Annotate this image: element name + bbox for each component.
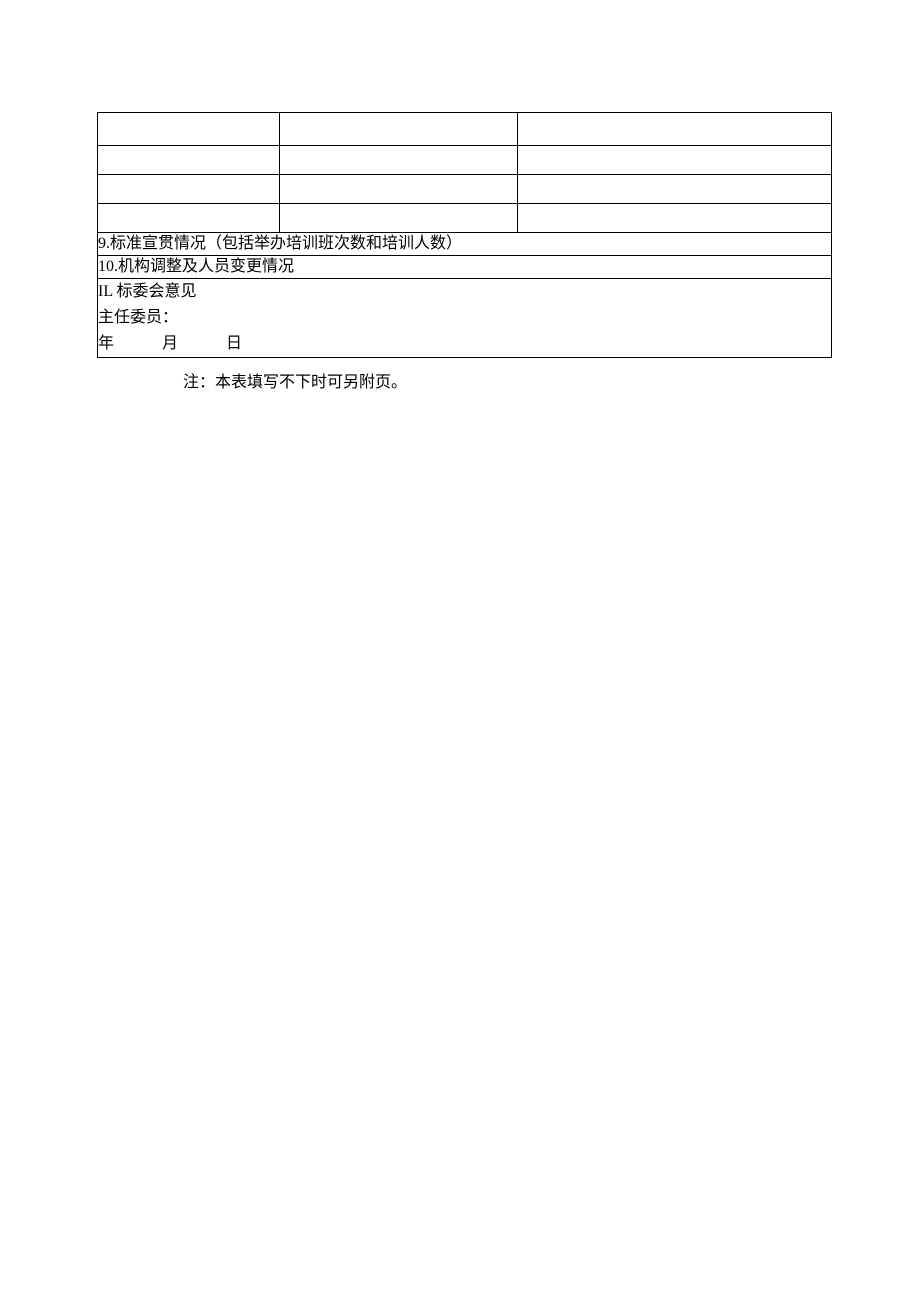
table-cell (98, 146, 280, 175)
table-cell (98, 113, 280, 146)
date-day: 日 (226, 331, 242, 357)
table-row: 10.机构调整及人员变更情况 (98, 256, 832, 279)
date-year: 年 (98, 331, 114, 357)
section-9-text: 9.标准宣贯情况（包括举办培训班次数和培训人数） (98, 235, 462, 252)
table-row (98, 175, 832, 204)
section-10: 10.机构调整及人员变更情况 (98, 256, 832, 279)
table-cell (98, 204, 280, 233)
table-cell (280, 175, 518, 204)
section-11-title: IL 标委会意见 (98, 279, 831, 305)
table-row (98, 204, 832, 233)
table-cell (98, 175, 280, 204)
table-cell (518, 146, 832, 175)
table-row (98, 146, 832, 175)
table-cell (280, 146, 518, 175)
table-cell (518, 175, 832, 204)
document-page: 9.标准宣贯情况（包括举办培训班次数和培训人数） 10.机构调整及人员变更情况 … (0, 0, 920, 1301)
table-row: IL 标委会意见 主任委员： 年 月 日 (98, 279, 832, 358)
date-line: 年月日 (98, 331, 831, 357)
table-row: 9.标准宣贯情况（包括举办培训班次数和培训人数） (98, 233, 832, 256)
date-month: 月 (162, 331, 178, 357)
section-9: 9.标准宣贯情况（包括举办培训班次数和培训人数） (98, 233, 832, 256)
footnote: 注：本表填写不下时可另附页。 (183, 368, 920, 392)
table-row (98, 113, 832, 146)
section-11-chair: 主任委员： (98, 305, 831, 331)
section-11: IL 标委会意见 主任委员： 年 月 日 (98, 279, 832, 358)
table-cell (518, 204, 832, 233)
form-table: 9.标准宣贯情况（包括举办培训班次数和培训人数） 10.机构调整及人员变更情况 … (97, 112, 832, 358)
table-cell (518, 113, 832, 146)
table-cell (280, 113, 518, 146)
table-cell (280, 204, 518, 233)
section-10-text: 10.机构调整及人员变更情况 (98, 258, 294, 275)
